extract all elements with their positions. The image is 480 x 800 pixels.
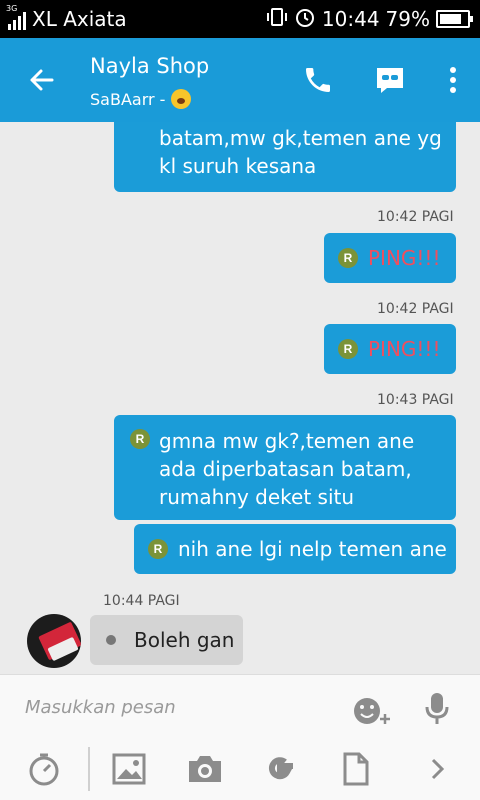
message-timestamp: 10:43 PAGI: [377, 392, 454, 408]
message-bubble-outgoing[interactable]: R nih ane lgi nelp temen ane: [134, 524, 456, 574]
clock-time: 10:44: [321, 7, 380, 31]
message-text: rumahny deket situ: [159, 485, 355, 509]
unread-dot-icon: [106, 635, 116, 645]
mic-icon[interactable]: [415, 687, 459, 731]
sticker-add-icon[interactable]: [350, 689, 394, 733]
phone-icon[interactable]: [298, 60, 338, 100]
read-badge-icon: R: [130, 429, 150, 449]
message-bubble-outgoing[interactable]: R PING!!!: [324, 324, 456, 374]
vibrate-icon: [266, 6, 288, 33]
back-arrow-icon[interactable]: [22, 60, 62, 100]
read-badge-icon: R: [148, 539, 168, 559]
read-badge-icon: R: [338, 339, 358, 359]
timer-icon[interactable]: [22, 747, 66, 791]
status-message: SaBAarr -: [90, 89, 166, 109]
chat-title[interactable]: Nayla Shop: [90, 54, 209, 78]
message-text: gmna mw gk?,temen ane: [159, 429, 415, 453]
chevron-right-icon[interactable]: [415, 747, 459, 791]
message-text: ada diperbatasan batam,: [159, 457, 412, 481]
message-timestamp: 10:42 PAGI: [377, 301, 454, 317]
chat-subtitle: SaBAarr -: [90, 89, 192, 109]
message-bubble-outgoing[interactable]: R PING!!!: [324, 233, 456, 283]
image-icon[interactable]: [107, 747, 151, 791]
chat-list[interactable]: batam,mw gk,temen ane yg kl suruh kesana…: [0, 122, 480, 674]
carrier-name: XL Axiata: [32, 7, 127, 31]
status-bar: 3G XL Axiata 10:44 79%: [0, 0, 480, 38]
ping-text: PING!!!: [368, 337, 441, 361]
battery-percent: 79%: [385, 7, 430, 31]
message-bubble-outgoing[interactable]: batam,mw gk,temen ane yg kl suruh kesana: [114, 122, 456, 192]
video-chat-icon[interactable]: [370, 60, 410, 100]
emoji-icon: [171, 89, 192, 109]
message-text: batam,mw gk,temen ane yg: [159, 126, 442, 150]
message-text: nih ane lgi nelp temen ane: [178, 537, 447, 561]
contact-avatar[interactable]: [27, 614, 81, 668]
signal-icon: 3G: [6, 4, 26, 30]
message-text: kl suruh kesana: [159, 154, 317, 178]
message-timestamp: 10:44 PAGI: [103, 593, 180, 609]
toolbar-divider: [88, 747, 90, 791]
message-input[interactable]: Masukkan pesan: [25, 697, 176, 718]
ping-text: PING!!!: [368, 246, 441, 270]
read-badge-icon: R: [338, 248, 358, 268]
message-timestamp: 10:42 PAGI: [377, 209, 454, 225]
more-vert-icon[interactable]: [433, 60, 473, 100]
file-icon[interactable]: [334, 747, 378, 791]
gif-icon[interactable]: [258, 747, 302, 791]
chat-header: Nayla Shop SaBAarr -: [0, 38, 480, 122]
composer: Masukkan pesan: [0, 674, 480, 800]
battery-icon: [436, 10, 473, 28]
message-bubble-outgoing[interactable]: R gmna mw gk?,temen ane ada diperbatasan…: [114, 415, 456, 520]
alarm-icon: [294, 6, 316, 33]
message-text: Boleh gan: [134, 628, 235, 652]
network-type-label: 3G: [6, 4, 18, 13]
camera-icon[interactable]: [183, 747, 227, 791]
message-bubble-incoming[interactable]: Boleh gan: [90, 615, 243, 665]
